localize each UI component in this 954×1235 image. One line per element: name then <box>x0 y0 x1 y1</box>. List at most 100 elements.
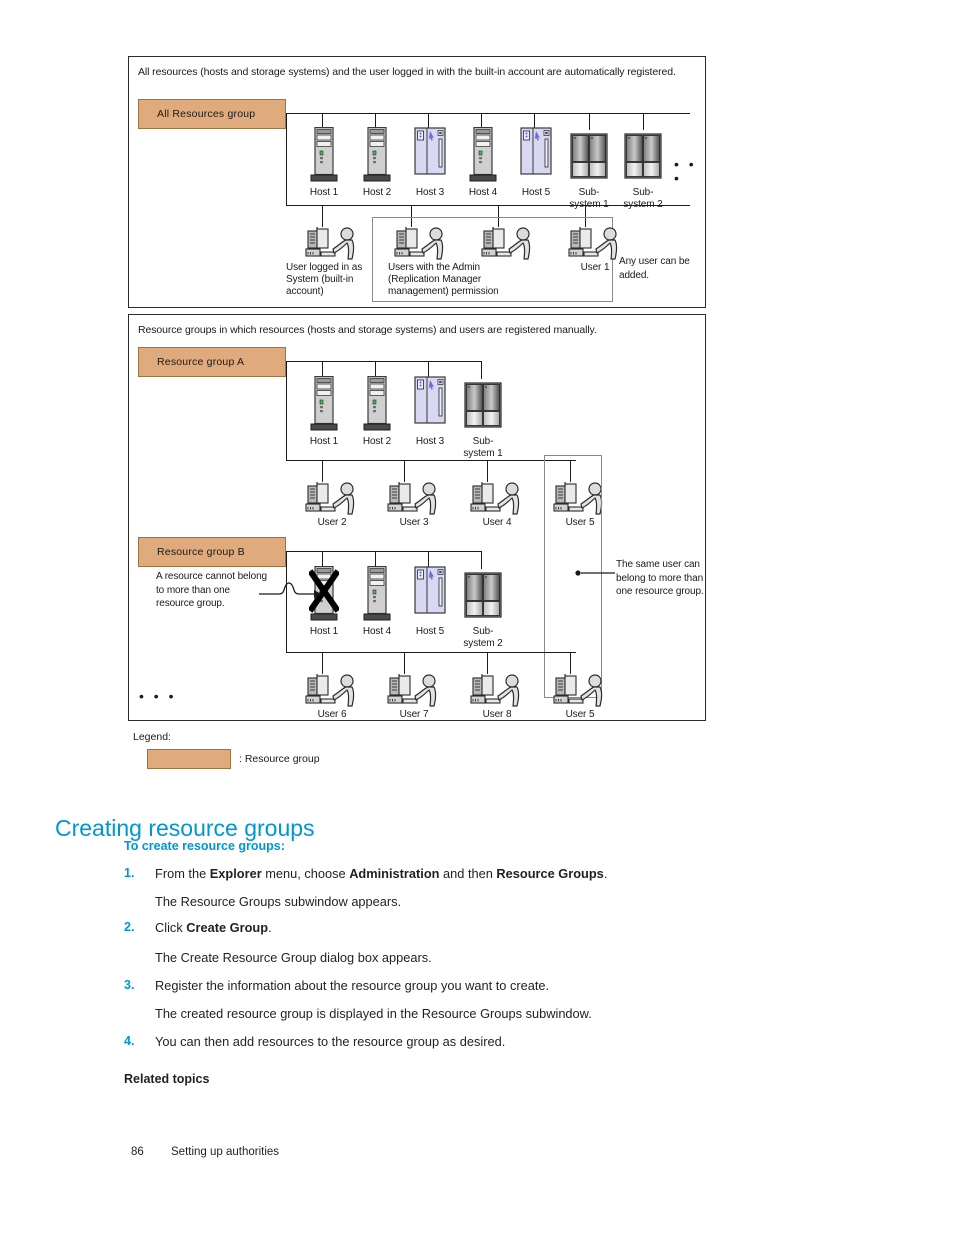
user-at-computer-icon <box>305 227 355 260</box>
drop-line <box>570 652 572 674</box>
node-label: User 7 <box>399 709 429 720</box>
node-label: User 3 <box>399 517 429 528</box>
group-a-resource-0: Host 1 <box>305 376 343 447</box>
node-label: Sub- system 2 <box>463 626 503 649</box>
user-at-computer-icon <box>481 227 531 260</box>
server-tower-icon <box>305 376 343 434</box>
resource-node-5: Sub- system 1 <box>569 127 609 210</box>
user-at-computer-icon <box>387 674 441 713</box>
storage-subsystem-icon <box>464 382 502 428</box>
user-at-computer-icon <box>470 674 524 713</box>
server-tower-icon <box>363 566 391 621</box>
node-label: User 6 <box>317 709 347 720</box>
node-label: Host 5 <box>415 626 445 637</box>
resource-node-4: Host 5 <box>517 127 555 198</box>
user-at-computer-icon <box>387 482 441 521</box>
legend-resource-group-label: : Resource group <box>239 753 320 765</box>
shared-user-leader-line <box>575 570 615 576</box>
drop-line <box>322 460 324 482</box>
storage-subsystem-icon <box>464 572 502 618</box>
group-a-resource-1: Host 2 <box>358 376 396 447</box>
node-label: Sub- system 2 <box>623 187 663 210</box>
group-b-user-3: User 5 <box>553 674 607 720</box>
group-a-user-1: User 3 <box>387 482 441 528</box>
workstation-icon <box>411 376 449 434</box>
group-a-resource-2: Host 3 <box>411 376 449 447</box>
resource-node-1: Host 2 <box>358 127 396 198</box>
node-label: Host 3 <box>415 436 445 447</box>
workstation-icon <box>414 376 446 424</box>
bottom-ellipsis: • • • <box>139 688 177 704</box>
resource-node-3: Host 4 <box>464 127 502 198</box>
user-node-2 <box>481 227 535 266</box>
resource-node-2: Host 3 <box>411 127 449 198</box>
drop-line <box>322 205 324 227</box>
storage-subsystem-icon <box>570 133 608 179</box>
resource-groups-figure: All resources (hosts and storage systems… <box>128 56 706 769</box>
resource-groups-diagram: Resource groups in which resources (host… <box>128 314 706 721</box>
resource-group-b-chip: Resource group B <box>138 537 286 567</box>
user-at-computer-icon <box>387 482 437 515</box>
user-at-computer-icon <box>481 227 535 266</box>
server-tower-icon <box>464 127 502 185</box>
node-label: User 5 <box>565 709 595 720</box>
user-at-computer-icon <box>305 227 359 266</box>
legend-resource-group-swatch <box>147 749 231 769</box>
server-tower-icon <box>358 376 396 434</box>
page-footer: 86 Setting up authorities <box>131 1146 279 1158</box>
node-label: Host 2 <box>362 436 392 447</box>
node-label: User 2 <box>317 517 347 528</box>
ui-term: Explorer <box>209 866 262 881</box>
node-label: Sub- system 1 <box>463 436 503 459</box>
server-tower-icon <box>310 127 338 182</box>
resource-group-a-chip: Resource group A <box>138 347 286 377</box>
storage-subsystem-icon <box>624 133 662 179</box>
group-a-resource-3: Sub- system 1 <box>463 376 503 459</box>
user-at-computer-icon <box>305 674 359 713</box>
group-b-resource-1: Host 4 <box>358 566 396 637</box>
node-label: Host 3 <box>415 187 445 198</box>
server-tower-icon <box>363 127 391 182</box>
node-label: Users with the Admin (Replication Manage… <box>388 262 499 297</box>
all-resources-group-chip: All Resources group <box>138 99 286 129</box>
workstation-icon <box>411 566 449 624</box>
node-label: User 4 <box>482 517 512 528</box>
group-b-resource-3: Sub- system 2 <box>463 566 503 649</box>
resource-bus-line <box>286 113 690 115</box>
node-label: User logged in as System (built-in accou… <box>286 262 363 297</box>
workstation-icon <box>517 127 555 185</box>
server-tower-icon <box>358 127 396 185</box>
user-at-computer-icon <box>394 227 444 260</box>
step-result: The Create Resource Group dialog box app… <box>155 950 432 965</box>
user-node-0: User logged in as System (built-in accou… <box>286 227 362 297</box>
step-number: 1. <box>124 866 135 880</box>
footer-page-number: 86 <box>131 1146 144 1158</box>
any-user-annotation: Any user can be added. <box>619 256 690 281</box>
server-tower-icon <box>363 376 391 431</box>
storage-subsystem-icon <box>464 566 502 624</box>
user-node-1: Users with the Admin (Replication Manage… <box>388 227 499 297</box>
server-tower-icon <box>358 566 396 624</box>
related-topics-heading: Related topics <box>124 1072 210 1086</box>
workstation-icon <box>411 127 449 185</box>
storage-subsystem-icon <box>464 376 502 434</box>
user-at-computer-icon <box>305 482 359 521</box>
group-a-user-bus <box>286 460 576 462</box>
group-b-resource-2: Host 5 <box>411 566 449 637</box>
node-label: User 8 <box>482 709 512 720</box>
group-a-resource-bus <box>286 361 482 363</box>
step-text: Register the information about the resou… <box>155 978 550 993</box>
legend-title: Legend: <box>133 731 171 743</box>
drop-line <box>487 652 489 674</box>
resource-node-6: Sub- system 2 <box>623 127 663 210</box>
step-result: The Resource Groups subwindow appears. <box>155 894 402 909</box>
step-text: Click Create Group. <box>155 920 272 935</box>
group-b-user-bus <box>286 652 576 654</box>
drop-line <box>487 460 489 482</box>
user-at-computer-icon <box>568 227 618 260</box>
node-label: Host 4 <box>468 187 498 198</box>
user-at-computer-icon <box>568 227 622 266</box>
procedure-subheading: To create resource groups: <box>124 839 285 853</box>
workstation-icon <box>414 127 446 175</box>
group-b-resource-bus <box>286 551 482 553</box>
